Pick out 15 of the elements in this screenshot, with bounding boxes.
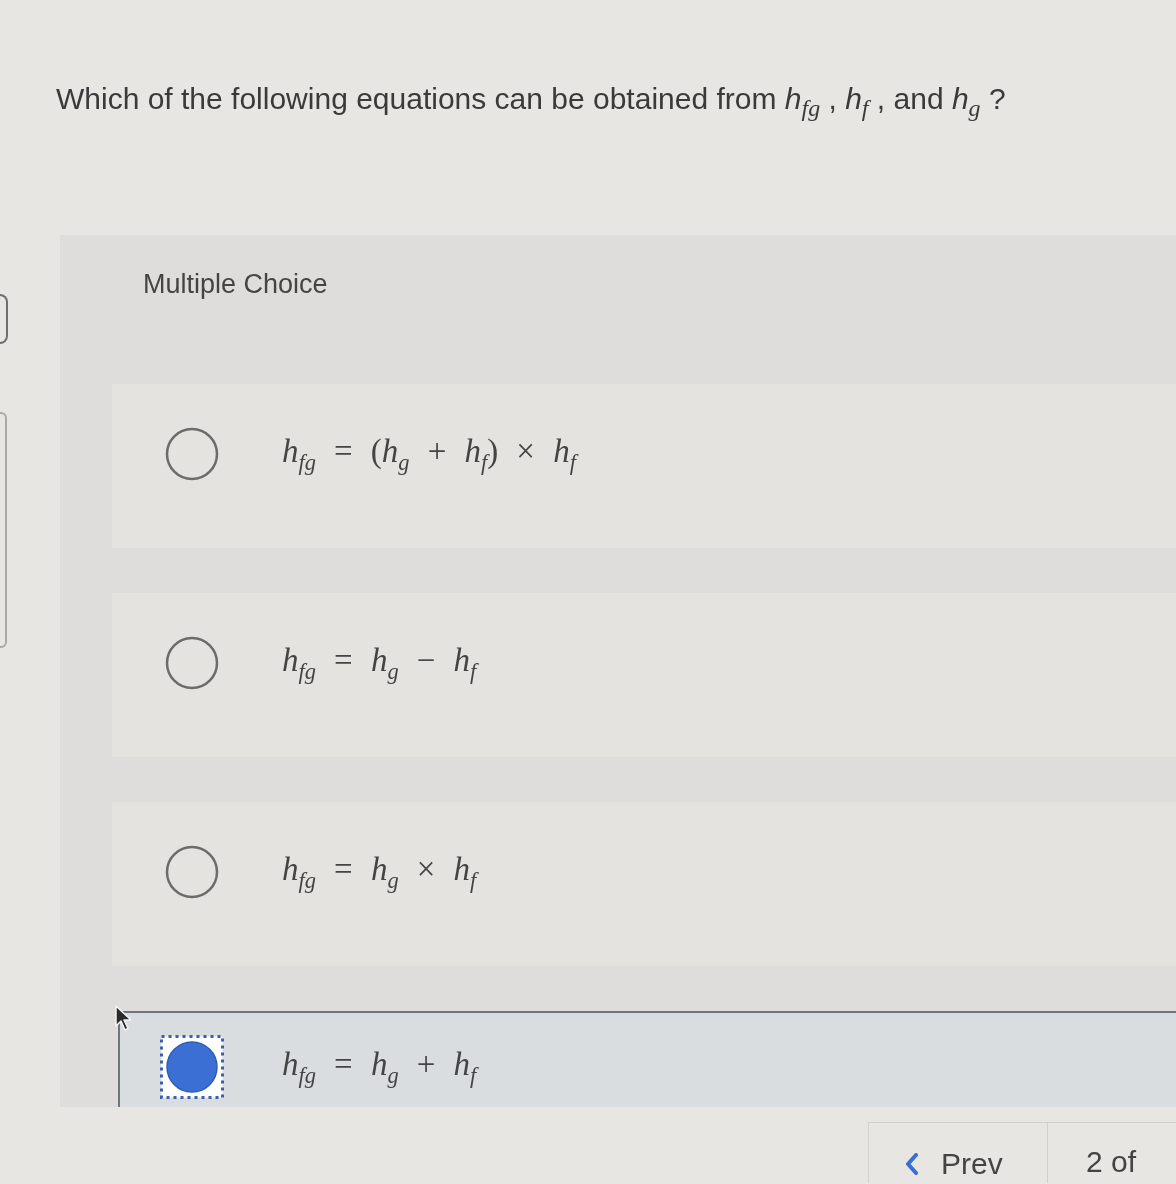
answer-option[interactable]: h$_{fg}$ = (h$_{g}$ + h$_{f}$) × h$_{f}$: [112, 384, 1176, 548]
equation-text: h$_{fg}$ = h$_{g}$ + h$_{f}$: [282, 1045, 477, 1089]
answer-option[interactable]: h$_{fg}$ = h$_{g}$ − h$_{f}$: [112, 593, 1176, 757]
radio-button[interactable]: [160, 1035, 224, 1099]
question-text: Which of the following equations can be obtained from h$_{fg}$ , h$_{f}$ , and h$_{g}$ ?: [56, 81, 1006, 123]
answer-option[interactable]: h$_{fg}$ = h$_{g}$ + h$_{f}$: [118, 1011, 1176, 1107]
section-label: Multiple Choice: [143, 269, 328, 299]
answer-option[interactable]: h$_{fg}$ = h$_{g}$ × h$_{f}$: [112, 802, 1176, 966]
equation-text: h$_{fg}$ = h$_{g}$ − h$_{f}$: [282, 641, 477, 685]
equation-text: h$_{fg}$ = h$_{g}$ × h$_{f}$: [282, 850, 477, 894]
mouse-pointer-icon: [114, 1004, 134, 1032]
side-button-edge: [0, 294, 8, 344]
page-indicator: 2 of: [1085, 1144, 1137, 1180]
prev-button[interactable]: Prev: [868, 1123, 1048, 1183]
chevron-left-icon: [905, 1153, 919, 1175]
